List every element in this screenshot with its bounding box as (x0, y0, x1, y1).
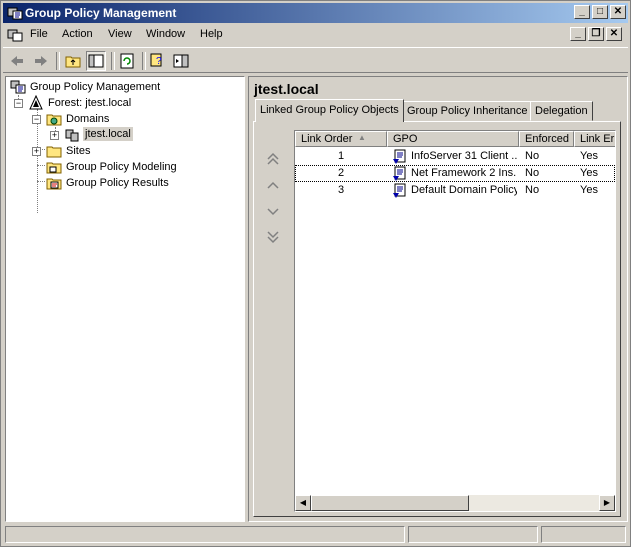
toolbar: ? (3, 47, 628, 73)
collapse-icon[interactable]: − (14, 99, 23, 108)
cell-gpo-name: Net Framework 2 Ins... (411, 167, 517, 179)
up-folder-icon[interactable] (63, 51, 83, 71)
table-row[interactable]: 2 Net Framework 2 Ins... No Yes (295, 165, 615, 182)
scroll-thumb[interactable] (311, 495, 469, 511)
column-link-order[interactable]: Link Order ▲ (295, 131, 387, 147)
tree-line (37, 181, 45, 182)
move-up-icon[interactable] (266, 178, 280, 192)
toolbar-separator (111, 52, 115, 70)
tab-panel: Link Order ▲ GPO Enforced Link Er 1 Info… (253, 121, 621, 517)
cell-gpo-name: Default Domain Policy (411, 184, 517, 196)
console-icon[interactable] (171, 51, 191, 71)
column-enforced[interactable]: Enforced (519, 131, 574, 147)
sort-ascending-icon: ▲ (358, 133, 366, 142)
expand-icon[interactable]: + (32, 147, 41, 156)
tree-line (37, 165, 45, 166)
minimize-icon[interactable]: _ (574, 5, 590, 19)
detail-pane: jtest.local Linked Group Policy Objects … (248, 76, 628, 522)
mdi-close-icon[interactable]: ✕ (606, 27, 622, 41)
detail-title: jtest.local (254, 81, 319, 97)
sites-folder-icon (46, 143, 62, 159)
toolbar-separator (56, 52, 60, 70)
tab-inheritance[interactable]: Group Policy Inheritance (402, 101, 533, 121)
forward-arrow-icon[interactable] (31, 51, 51, 71)
menu-window[interactable]: Window (146, 28, 185, 40)
cell-link-enabled: Yes (580, 150, 598, 162)
gpmc-app-icon[interactable] (7, 5, 23, 21)
status-panel (5, 526, 405, 543)
scroll-right-icon[interactable]: ▶ (599, 495, 615, 511)
tree-pane[interactable]: Group Policy Management − Forest: jtest.… (5, 76, 245, 522)
help-icon[interactable]: ? (148, 51, 168, 71)
tree-label-domain: jtest.local (83, 127, 133, 141)
cell-link-order: 3 (337, 184, 345, 196)
window-title: Group Policy Management (25, 6, 177, 20)
cell-link-order: 1 (337, 150, 345, 162)
maximize-icon[interactable]: □ (592, 5, 608, 19)
gpo-icon (392, 166, 408, 182)
cell-gpo-name: InfoServer 31 Client ... (411, 150, 517, 162)
expand-icon[interactable]: + (50, 131, 59, 140)
gpo-list[interactable]: Link Order ▲ GPO Enforced Link Er 1 Info… (294, 130, 616, 512)
cell-enforced: No (525, 150, 540, 162)
cell-enforced: No (525, 167, 540, 179)
menu-action[interactable]: Action (62, 28, 93, 40)
tree-label-forest: Forest: jtest.local (48, 97, 132, 109)
move-down-icon[interactable] (266, 204, 280, 218)
gpo-icon (392, 149, 408, 165)
column-label: Link Order (301, 133, 353, 145)
tab-linked-gpos[interactable]: Linked Group Policy Objects (255, 99, 404, 122)
column-gpo[interactable]: GPO (387, 131, 519, 147)
column-link-enabled[interactable]: Link Er (574, 131, 615, 147)
tree-label-sites: Sites (66, 145, 91, 157)
tree-label-results: Group Policy Results (66, 177, 169, 189)
console-menu-icon[interactable] (7, 27, 23, 43)
app-window: Group Policy Management _ □ ✕ File Actio… (0, 0, 631, 547)
tree-label-domains: Domains (66, 113, 110, 125)
tree-label-modeling: Group Policy Modeling (66, 161, 177, 173)
domains-folder-icon (46, 111, 62, 127)
scroll-left-icon[interactable]: ◀ (295, 495, 311, 511)
tree-line (37, 109, 38, 213)
collapse-icon[interactable]: − (32, 115, 41, 124)
menu-view[interactable]: View (108, 28, 132, 40)
table-row[interactable]: 3 Default Domain Policy No Yes (295, 182, 615, 199)
list-header: Link Order ▲ GPO Enforced Link Er (295, 131, 615, 147)
status-panel (408, 526, 538, 543)
svg-text:?: ? (156, 56, 162, 67)
back-arrow-icon[interactable] (7, 51, 27, 71)
gpo-icon (392, 183, 408, 199)
table-row[interactable]: 1 InfoServer 31 Client ... No Yes (295, 148, 615, 165)
status-bar (3, 525, 628, 544)
toolbar-separator (142, 52, 146, 70)
close-icon[interactable]: ✕ (610, 5, 626, 19)
show-hide-tree-icon[interactable] (86, 51, 106, 71)
title-bar[interactable]: Group Policy Management _ □ ✕ (3, 3, 628, 23)
cell-link-enabled: Yes (580, 167, 598, 179)
menu-help[interactable]: Help (200, 28, 223, 40)
tab-delegation[interactable]: Delegation (530, 101, 593, 121)
results-icon (46, 175, 62, 191)
domain-icon (64, 127, 80, 143)
mdi-restore-icon[interactable]: ❐ (588, 27, 604, 41)
move-top-icon[interactable] (266, 152, 280, 166)
move-bottom-icon[interactable] (266, 230, 280, 244)
modeling-icon (46, 159, 62, 175)
cell-enforced: No (525, 184, 540, 196)
status-panel (541, 526, 626, 543)
forest-icon (28, 94, 44, 111)
menu-bar: File Action View Window Help _ ❐ ✕ (3, 25, 628, 45)
refresh-icon[interactable] (117, 51, 137, 71)
gpmc-root-icon (10, 79, 26, 95)
cell-link-order: 2 (337, 167, 345, 179)
menu-file[interactable]: File (30, 28, 48, 40)
cell-link-enabled: Yes (580, 184, 598, 196)
horizontal-scrollbar[interactable]: ◀ ▶ (295, 495, 615, 511)
tree-label-root: Group Policy Management (30, 81, 161, 93)
mdi-minimize-icon[interactable]: _ (570, 27, 586, 41)
